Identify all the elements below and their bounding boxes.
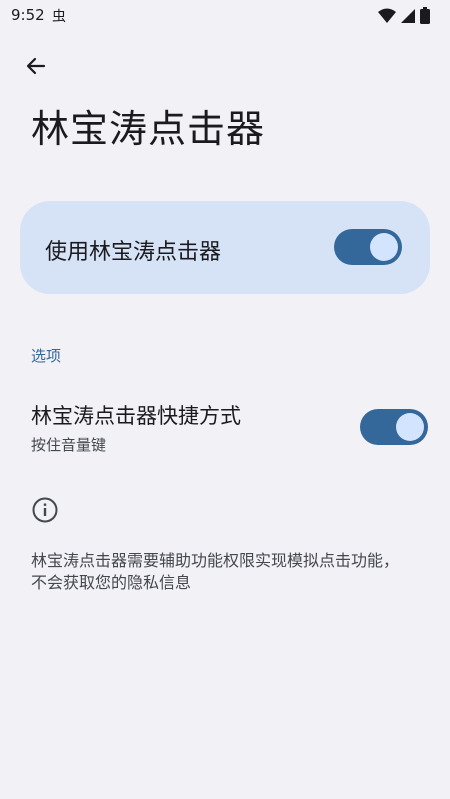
status-time: 9:52 (11, 6, 45, 24)
status-icons (378, 7, 430, 24)
status-bar: 9:52 虫 (0, 0, 450, 32)
shortcut-option-title: 林宝涛点击器快捷方式 (31, 404, 241, 428)
info-text: 林宝涛点击器需要辅助功能权限实现模拟点击功能，不会获取您的隐私信息 (31, 551, 400, 592)
shortcut-option-subtitle: 按住音量键 (31, 436, 107, 454)
main-toggle-label: 使用林宝涛点击器 (45, 240, 222, 265)
page-title: 林宝涛点击器 (31, 107, 266, 151)
info-icon (32, 497, 58, 523)
battery-icon (420, 7, 430, 24)
back-button[interactable] (18, 50, 54, 82)
main-toggle-card[interactable]: 使用林宝涛点击器 (20, 201, 430, 294)
main-toggle-switch[interactable] (334, 229, 402, 265)
debug-bug-icon: 虫 (52, 9, 66, 25)
options-section-header: 选项 (31, 347, 62, 365)
switch-knob (396, 413, 424, 441)
wifi-icon (378, 8, 396, 23)
arrow-back-icon (26, 57, 46, 75)
shortcut-option-row[interactable]: 林宝涛点击器快捷方式 按住音量键 (0, 395, 450, 463)
switch-knob (370, 233, 398, 261)
shortcut-toggle-switch[interactable] (360, 409, 428, 445)
signal-icon (401, 8, 415, 23)
